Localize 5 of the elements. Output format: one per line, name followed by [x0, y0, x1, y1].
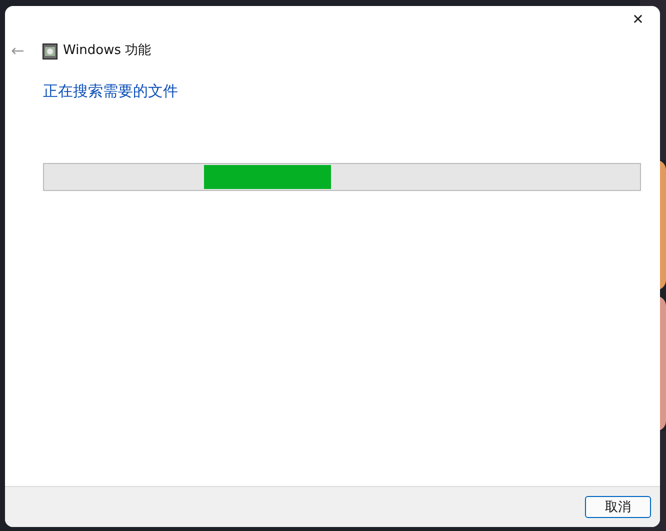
window-features-icon: [42, 42, 58, 60]
status-heading: 正在搜索需要的文件: [43, 81, 179, 102]
cancel-button[interactable]: 取消: [585, 496, 651, 518]
window-title: Windows 功能: [63, 42, 152, 60]
close-button[interactable]: ✕: [624, 10, 652, 30]
